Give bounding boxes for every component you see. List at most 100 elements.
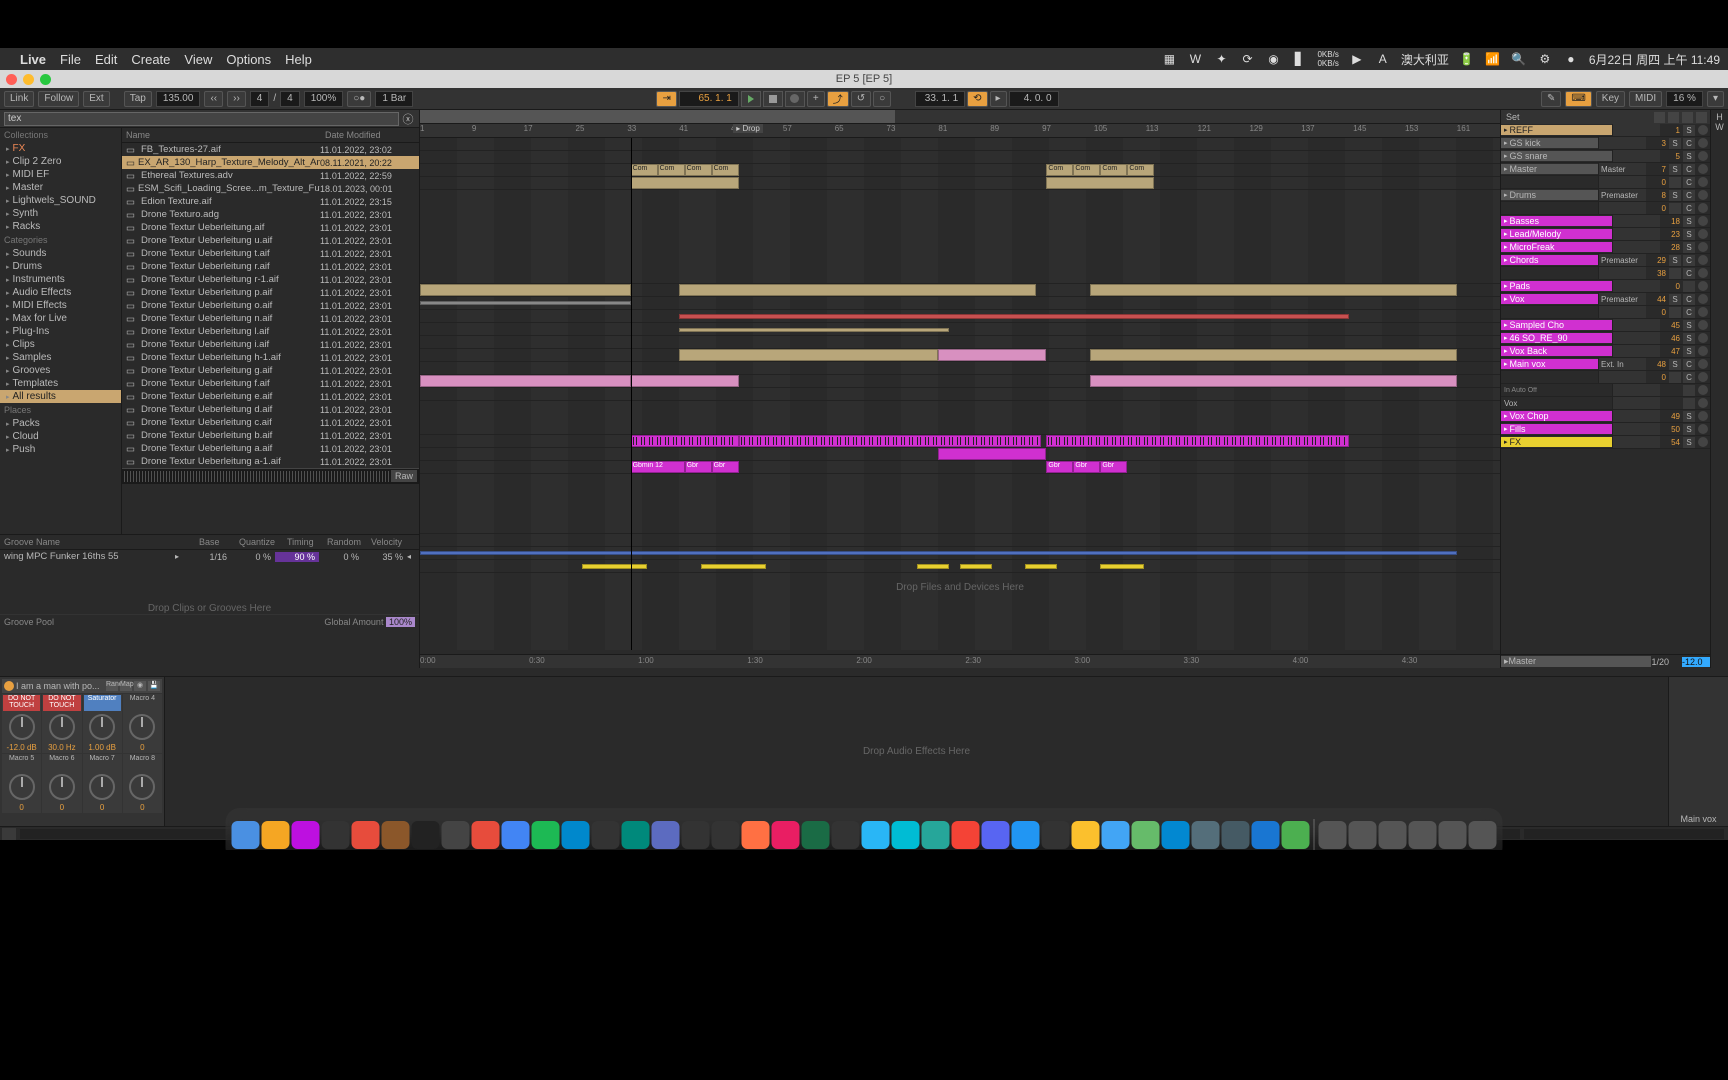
battery-icon[interactable]: 🔋 — [1459, 51, 1475, 67]
dock-app-icon[interactable] — [1072, 821, 1100, 849]
master-button[interactable] — [1696, 112, 1707, 123]
file-row[interactable]: ▭Drone Textur Ueberleitung r-1.aif11.01.… — [122, 273, 419, 286]
overdub-icon[interactable]: + — [807, 91, 825, 107]
collapse-button[interactable]: C — [1683, 268, 1695, 279]
audio-clip[interactable] — [938, 349, 1046, 361]
audio-clip[interactable]: Com — [712, 164, 739, 176]
collapse-button[interactable]: C — [1683, 177, 1695, 188]
track-header[interactable]: ▸Pads0 — [1501, 280, 1710, 293]
category-audio-effects[interactable]: ▸Audio Effects — [0, 286, 121, 299]
track-header[interactable]: 0C — [1501, 371, 1710, 384]
audio-clip[interactable] — [960, 564, 992, 569]
arrangement-overview[interactable] — [420, 110, 1500, 124]
midi-clip[interactable]: Gbr — [1100, 461, 1127, 473]
dock-app-icon[interactable] — [922, 821, 950, 849]
track-header[interactable]: ▸REFF1S — [1501, 124, 1710, 137]
dock-app-icon[interactable] — [1102, 821, 1130, 849]
arm-button[interactable] — [1698, 138, 1708, 148]
midi-clip[interactable]: Gbr — [1046, 461, 1073, 473]
audio-clip[interactable] — [938, 448, 1046, 460]
preview-waveform[interactable]: Raw — [122, 468, 419, 484]
clear-search-icon[interactable]: ⓧ — [401, 112, 415, 126]
arm-button[interactable] — [1698, 216, 1708, 226]
groove-go-icon[interactable]: ◂ — [407, 552, 415, 561]
audio-clip[interactable] — [679, 314, 1349, 319]
knob-icon[interactable] — [49, 714, 75, 740]
loop-length[interactable]: 4. 0. 0 — [1009, 91, 1059, 107]
drop-files-zone[interactable]: Drop Files and Devices Here — [420, 582, 1500, 593]
reenable-automation-icon[interactable]: ↺ — [851, 91, 871, 107]
arm-button[interactable] — [1698, 424, 1708, 434]
category-all-results[interactable]: ▸All results — [0, 390, 121, 403]
arm-button[interactable] — [1698, 242, 1708, 252]
collapse-button[interactable]: C — [1683, 138, 1695, 149]
now-playing-icon[interactable]: ▶ — [1349, 51, 1365, 67]
audio-clip[interactable] — [679, 328, 949, 332]
track-header[interactable]: ▸Vox Chop49S — [1501, 410, 1710, 423]
file-row[interactable]: ▭Drone Textur Ueberleitung t.aif11.01.20… — [122, 247, 419, 260]
knob-icon[interactable] — [9, 774, 35, 800]
solo-button[interactable]: S — [1669, 190, 1681, 201]
collapse-button[interactable]: C — [1683, 190, 1695, 201]
macro-control[interactable]: Saturator1.00 dB — [83, 694, 122, 753]
collection-item[interactable]: ▸Master — [0, 181, 121, 194]
stop-button[interactable] — [763, 91, 783, 107]
midi-clip[interactable] — [631, 435, 739, 447]
solo-button[interactable]: S — [1683, 229, 1695, 240]
knob-icon[interactable] — [9, 714, 35, 740]
track-area[interactable]: Com Com Com Com Com Com Com Com — [420, 138, 1500, 650]
collection-item[interactable]: ▸MIDI EF — [0, 168, 121, 181]
dock-app-icon[interactable] — [502, 821, 530, 849]
locator-marker[interactable]: ▸ Drop — [733, 124, 763, 133]
collection-item[interactable]: ▸Racks — [0, 220, 121, 233]
audio-clip[interactable]: Com — [658, 164, 685, 176]
solo-button[interactable] — [1669, 268, 1681, 279]
solo-button[interactable]: S — [1683, 346, 1695, 357]
beat-ruler[interactable]: 1917253341495765738189971051131211291371… — [420, 124, 1500, 138]
place-push[interactable]: ▸Push — [0, 443, 121, 456]
help-view-icon[interactable] — [2, 828, 16, 840]
automation-arm-icon[interactable]: ⤴ — [827, 91, 849, 107]
audio-clip[interactable] — [420, 375, 631, 387]
audio-clip[interactable]: Com — [1073, 164, 1100, 176]
dock-app-icon[interactable] — [562, 821, 590, 849]
dock-app-icon[interactable] — [262, 821, 290, 849]
place-packs[interactable]: ▸Packs — [0, 417, 121, 430]
arm-button[interactable] — [1698, 372, 1708, 382]
solo-button[interactable]: S — [1669, 255, 1681, 266]
dock-app-icon[interactable] — [592, 821, 620, 849]
menu-create[interactable]: Create — [131, 52, 170, 67]
dock-app-icon[interactable] — [1042, 821, 1070, 849]
siri-icon[interactable]: ● — [1563, 51, 1579, 67]
audio-clip[interactable] — [917, 564, 949, 569]
midi-clip[interactable]: Gbr — [712, 461, 739, 473]
groove-drop-zone[interactable]: Drop Clips or Grooves Here — [0, 563, 419, 614]
solo-button[interactable]: S — [1683, 216, 1695, 227]
file-row[interactable]: ▭Drone Textur Ueberleitung h-1.aif11.01.… — [122, 351, 419, 364]
save-preset-icon[interactable]: 💾 — [148, 681, 160, 691]
file-row[interactable]: ▭Drone Textur Ueberleitung g.aif11.01.20… — [122, 364, 419, 377]
solo-button[interactable]: S — [1683, 437, 1695, 448]
dock-app-icon[interactable] — [862, 821, 890, 849]
groove-row[interactable]: wing MPC Funker 16ths 55 ▸ 1/16 0 % 90 %… — [0, 550, 419, 563]
dock-app-icon[interactable] — [1319, 821, 1347, 849]
arrangement-view-button[interactable]: W — [1711, 122, 1728, 132]
loop-start[interactable]: 33. 1. 1 — [915, 91, 965, 107]
follow-playback-icon[interactable]: ⇥ — [656, 91, 676, 107]
dock-app-icon[interactable] — [1192, 821, 1220, 849]
midi-map-button[interactable]: MIDI — [1629, 91, 1662, 107]
knob-icon[interactable] — [129, 774, 155, 800]
macro-control[interactable]: Macro 40 — [123, 694, 162, 753]
file-row[interactable]: ▭Drone Textur Ueberleitung l.aif11.01.20… — [122, 325, 419, 338]
dock-app-icon[interactable] — [1012, 821, 1040, 849]
file-row[interactable]: ▭Drone Textur Ueberleitung o.aif11.01.20… — [122, 299, 419, 312]
audio-clip[interactable] — [1090, 375, 1457, 387]
audio-clip[interactable]: Com — [1046, 164, 1073, 176]
file-row[interactable]: ▭Drone Textur Ueberleitung u.aif11.01.20… — [122, 234, 419, 247]
arm-button[interactable] — [1698, 281, 1708, 291]
track-header[interactable]: 0C — [1501, 202, 1710, 215]
collapse-button[interactable]: C — [1683, 307, 1695, 318]
dock-app-icon[interactable] — [1252, 821, 1280, 849]
collapse-button[interactable]: C — [1683, 255, 1695, 266]
arm-button[interactable] — [1698, 437, 1708, 447]
